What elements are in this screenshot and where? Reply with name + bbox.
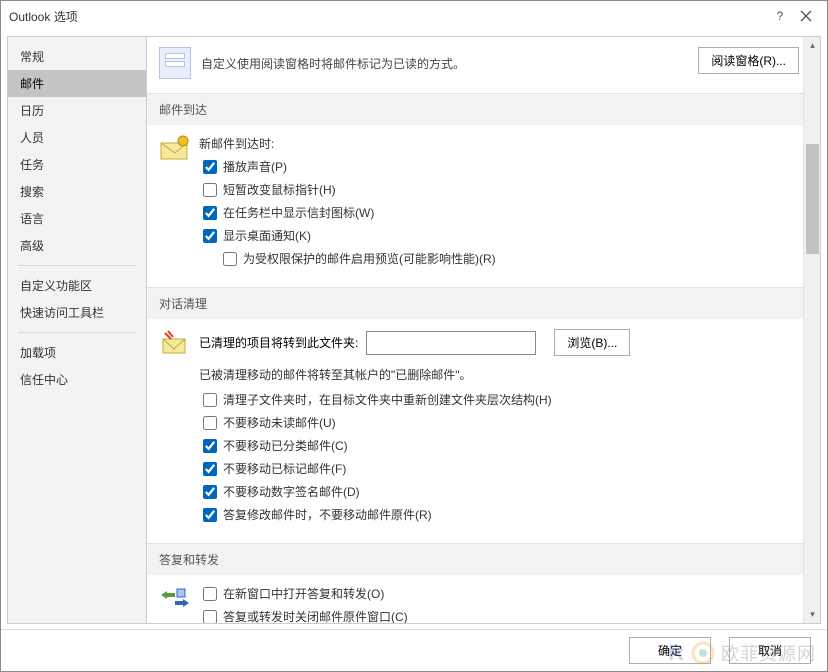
check-no-unread[interactable]: 不要移动未读邮件(U) [203, 414, 799, 431]
content-pane: 自定义使用阅读窗格时将邮件标记为已读的方式。 阅读窗格(R)... 邮件到达 新… [147, 37, 803, 623]
sidebar-item-mail[interactable]: 邮件 [8, 70, 146, 97]
vertical-scrollbar[interactable]: ▴ ▾ [803, 37, 820, 623]
cancel-button[interactable]: 取消 [729, 637, 811, 664]
sidebar-item-addins[interactable]: 加载项 [8, 339, 146, 366]
cleanup-folder-input[interactable] [366, 331, 536, 355]
sidebar-item-general[interactable]: 常规 [8, 43, 146, 70]
section-header-arrival: 邮件到达 [147, 93, 803, 125]
checkbox-open-new[interactable] [203, 587, 217, 601]
checkbox-close-original[interactable] [203, 610, 217, 624]
scroll-down-arrow[interactable]: ▾ [804, 606, 821, 623]
sidebar-item-quick-access[interactable]: 快速访问工具栏 [8, 299, 146, 326]
sidebar-item-advanced[interactable]: 高级 [8, 232, 146, 259]
close-icon [800, 10, 812, 22]
reply-forward-icon [159, 585, 191, 611]
window-title: Outlook 选项 [9, 8, 767, 25]
check-desktop-alert[interactable]: 显示桌面通知(K) [203, 227, 799, 244]
sidebar: 常规 邮件 日历 人员 任务 搜索 语言 高级 自定义功能区 快速访问工具栏 加… [7, 36, 146, 624]
section-header-cleanup: 对话清理 [147, 287, 803, 319]
checkbox-rights-protected[interactable] [223, 252, 237, 266]
check-no-modify-reply[interactable]: 答复修改邮件时，不要移动邮件原件(R) [203, 506, 799, 523]
sidebar-item-calendar[interactable]: 日历 [8, 97, 146, 124]
check-rights-protected[interactable]: 为受权限保护的邮件启用预览(可能影响性能)(R) [223, 250, 799, 267]
sidebar-item-language[interactable]: 语言 [8, 205, 146, 232]
cleanup-lead: 已清理的项目将转到此文件夹: [199, 334, 358, 351]
browse-button[interactable]: 浏览(B)... [554, 329, 630, 356]
sidebar-item-tasks[interactable]: 任务 [8, 151, 146, 178]
help-button[interactable]: ? [767, 3, 793, 29]
sidebar-separator [18, 265, 136, 266]
check-no-signed[interactable]: 不要移动数字签名邮件(D) [203, 483, 799, 500]
sidebar-item-search[interactable]: 搜索 [8, 178, 146, 205]
cleanup-icon [159, 329, 191, 355]
checkbox-taskbar-envelope[interactable] [203, 206, 217, 220]
checkbox-no-modify-reply[interactable] [203, 508, 217, 522]
check-play-sound[interactable]: 播放声音(P) [203, 158, 799, 175]
sidebar-item-trust-center[interactable]: 信任中心 [8, 366, 146, 393]
checkbox-cursor[interactable] [203, 183, 217, 197]
scroll-up-arrow[interactable]: ▴ [804, 37, 821, 54]
reading-pane-button[interactable]: 阅读窗格(R)... [698, 47, 799, 74]
reading-pane-icon [159, 47, 191, 79]
checkbox-no-unread[interactable] [203, 416, 217, 430]
check-clean-sub[interactable]: 清理子文件夹时，在目标文件夹中重新创建文件夹层次结构(H) [203, 391, 799, 408]
checkbox-no-flagged[interactable] [203, 462, 217, 476]
check-open-new[interactable]: 在新窗口中打开答复和转发(O) [203, 585, 799, 602]
check-close-original[interactable]: 答复或转发时关闭邮件原件窗口(C) [203, 608, 799, 623]
mail-arrival-icon [159, 135, 191, 161]
intro-text: 自定义使用阅读窗格时将邮件标记为已读的方式。 [201, 47, 678, 72]
check-no-flagged[interactable]: 不要移动已标记邮件(F) [203, 460, 799, 477]
check-no-categorized[interactable]: 不要移动已分类邮件(C) [203, 437, 799, 454]
checkbox-play-sound[interactable] [203, 160, 217, 174]
checkbox-no-signed[interactable] [203, 485, 217, 499]
checkbox-clean-sub[interactable] [203, 393, 217, 407]
section-header-reply: 答复和转发 [147, 543, 803, 575]
checkbox-desktop-alert[interactable] [203, 229, 217, 243]
cleanup-desc: 已被清理移动的邮件将转至其帐户的"已删除邮件"。 [199, 366, 799, 383]
check-taskbar-envelope[interactable]: 在任务栏中显示信封图标(W) [203, 204, 799, 221]
check-cursor[interactable]: 短暂改变鼠标指针(H) [203, 181, 799, 198]
sidebar-separator [18, 332, 136, 333]
checkbox-no-categorized[interactable] [203, 439, 217, 453]
sidebar-item-people[interactable]: 人员 [8, 124, 146, 151]
ok-button[interactable]: 确定 [629, 637, 711, 664]
close-button[interactable] [793, 3, 819, 29]
sidebar-item-customize-ribbon[interactable]: 自定义功能区 [8, 272, 146, 299]
scroll-thumb[interactable] [806, 144, 819, 254]
arrival-lead: 新邮件到达时: [199, 135, 799, 152]
